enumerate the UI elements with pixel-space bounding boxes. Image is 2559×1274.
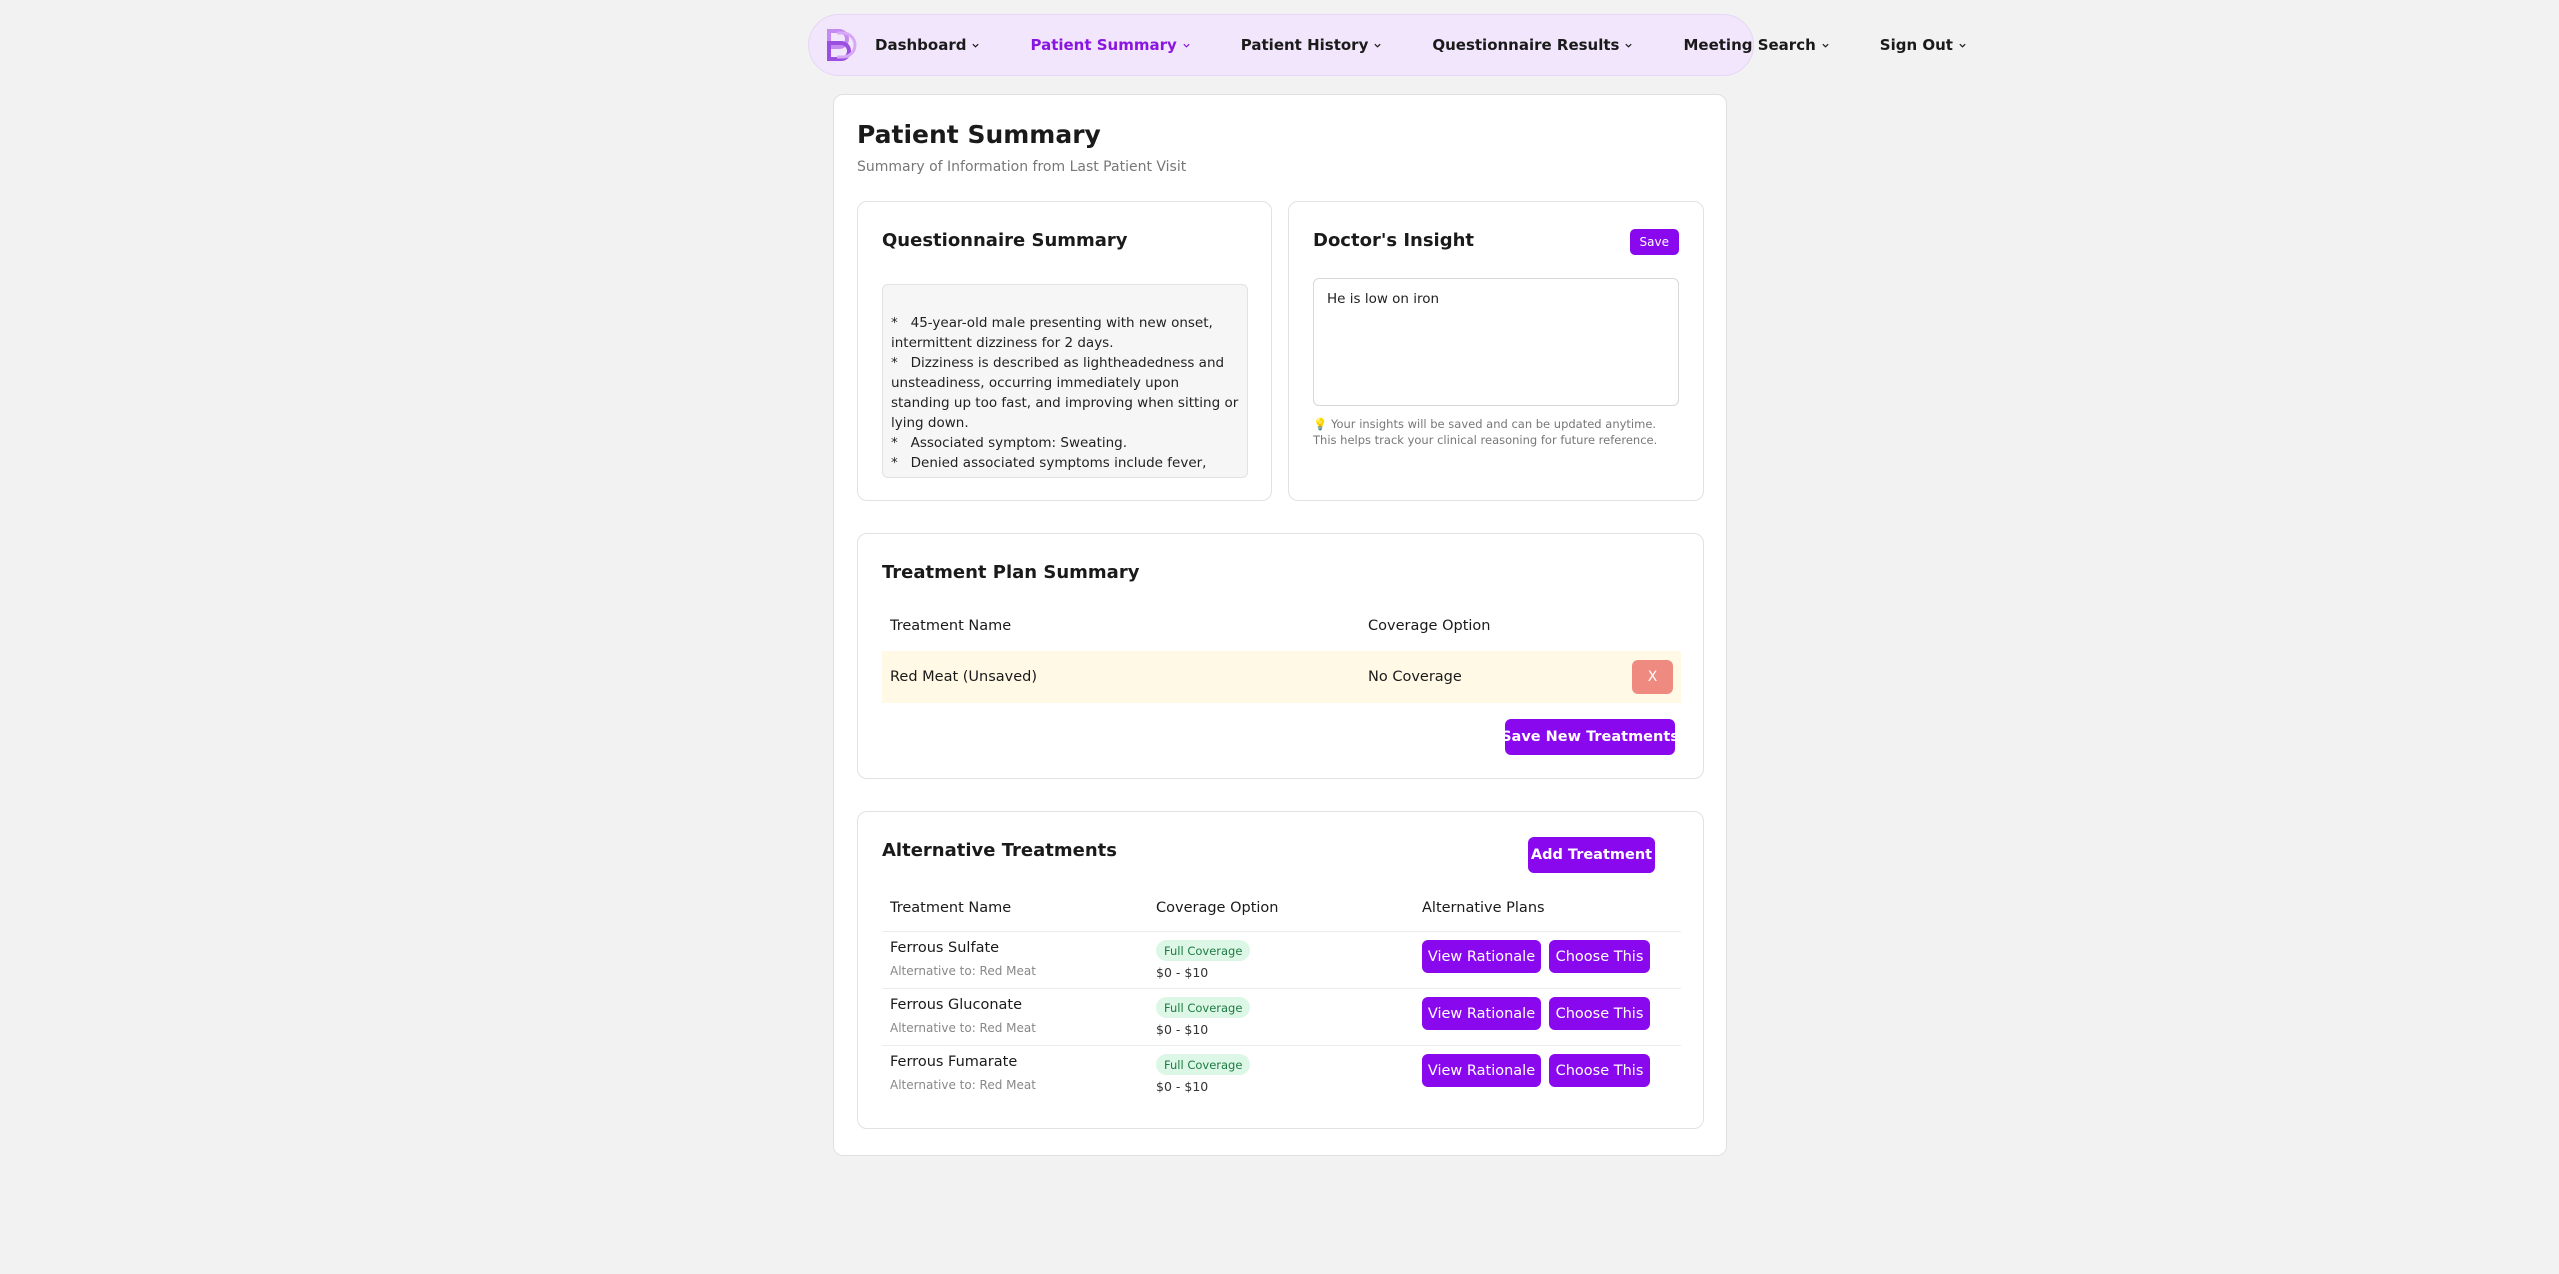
add-treatment-button[interactable]: Add Treatment: [1528, 837, 1655, 873]
nav-patient-history[interactable]: Patient History: [1241, 36, 1383, 54]
view-rationale-button[interactable]: View Rationale: [1422, 1054, 1541, 1087]
summary-line: * Associated symptom: Sweating.: [891, 435, 1128, 451]
price-range: $0 - $10: [1156, 965, 1209, 980]
treatment-plan-header: Treatment Name Coverage Option: [882, 609, 1681, 643]
alternatives-header: Treatment Name Coverage Option Alternati…: [882, 891, 1681, 925]
treatment-plan-title: Treatment Plan Summary: [882, 562, 1140, 583]
view-rationale-button[interactable]: View Rationale: [1422, 940, 1541, 973]
insight-tip: 💡 Your insights will be saved and can be…: [1313, 416, 1679, 448]
column-header: Coverage Option: [1156, 900, 1279, 916]
nav-patient-summary[interactable]: Patient Summary: [1030, 36, 1190, 54]
chevron-down-icon: [1374, 43, 1381, 48]
choose-this-button[interactable]: Choose This: [1549, 1054, 1650, 1087]
doctors-insight-card: Doctor's Insight Save He is low on iron …: [1288, 201, 1704, 501]
app-logo-icon[interactable]: [823, 27, 857, 63]
top-nav: Dashboard Patient Summary Patient Histor…: [808, 14, 1966, 76]
view-rationale-button[interactable]: View Rationale: [1422, 997, 1541, 1030]
table-row: Red Meat (Unsaved) No Coverage X: [882, 651, 1681, 703]
nav-meeting-search[interactable]: Meeting Search: [1683, 36, 1829, 54]
treatment-name: Red Meat (Unsaved): [890, 669, 1038, 685]
column-header: Coverage Option: [1368, 618, 1491, 634]
column-header: Treatment Name: [890, 900, 1012, 916]
lightbulb-icon: 💡: [1313, 417, 1328, 431]
nav-questionnaire-results-label: Questionnaire Results: [1432, 36, 1620, 54]
insight-tip-text: Your insights will be saved and can be u…: [1313, 417, 1658, 447]
nav-meeting-search-label: Meeting Search: [1683, 36, 1816, 54]
chevron-down-icon: [1822, 43, 1829, 48]
summary-line: * Dizziness is described as lightheadedn…: [891, 355, 1243, 431]
nav-dashboard[interactable]: Dashboard: [875, 36, 980, 54]
questionnaire-summary-text[interactable]: * 45-year-old male presenting with new o…: [882, 284, 1248, 478]
alternative-to: Alternative to: Red Meat: [890, 1021, 1036, 1035]
patient-summary-page: Patient Summary Summary of Information f…: [833, 94, 1727, 1156]
column-header: Treatment Name: [890, 618, 1012, 634]
coverage-badge: Full Coverage: [1156, 1054, 1251, 1075]
nav-sign-out[interactable]: Sign Out: [1880, 36, 1967, 54]
insight-textarea[interactable]: He is low on iron: [1313, 278, 1679, 406]
treatment-plan-card: Treatment Plan Summary Treatment Name Co…: [857, 533, 1704, 779]
alternative-to: Alternative to: Red Meat: [890, 1078, 1036, 1092]
page-title: Patient Summary: [857, 120, 1101, 149]
column-header: Alternative Plans: [1422, 900, 1545, 916]
price-range: $0 - $10: [1156, 1022, 1209, 1037]
summary-line: * Denied associated symptoms include fev…: [891, 455, 1229, 477]
questionnaire-summary-card: Questionnaire Summary * 45-year-old male…: [857, 201, 1272, 501]
nav-patient-summary-label: Patient Summary: [1030, 36, 1177, 54]
alternative-to: Alternative to: Red Meat: [890, 964, 1036, 978]
chevron-down-icon: [972, 43, 980, 48]
treatment-name: Ferrous Gluconate: [890, 997, 1023, 1013]
chevron-down-icon: [1959, 43, 1966, 48]
alternative-treatments-card: Alternative Treatments Add Treatment Tre…: [857, 811, 1704, 1129]
page-subtitle: Summary of Information from Last Patient…: [857, 159, 1187, 175]
summary-line: * 45-year-old male presenting with new o…: [891, 315, 1218, 351]
table-row: Ferrous Fumarate Alternative to: Red Mea…: [882, 1045, 1681, 1102]
alternative-treatments-title: Alternative Treatments: [882, 840, 1117, 861]
chevron-down-icon: [1183, 43, 1190, 48]
nav-sign-out-label: Sign Out: [1879, 36, 1953, 54]
save-insight-button[interactable]: Save: [1629, 229, 1679, 255]
nav-patient-history-label: Patient History: [1240, 36, 1369, 54]
treatment-name: Ferrous Fumarate: [890, 1054, 1018, 1070]
table-row: Ferrous Sulfate Alternative to: Red Meat…: [882, 931, 1681, 988]
nav-questionnaire-results[interactable]: Questionnaire Results: [1432, 36, 1633, 54]
coverage-option: No Coverage: [1368, 669, 1462, 685]
choose-this-button[interactable]: Choose This: [1549, 940, 1650, 973]
price-range: $0 - $10: [1156, 1079, 1209, 1094]
coverage-badge: Full Coverage: [1156, 940, 1251, 961]
questionnaire-summary-title: Questionnaire Summary: [882, 230, 1128, 251]
choose-this-button[interactable]: Choose This: [1549, 997, 1650, 1030]
save-new-treatments-button[interactable]: Save New Treatments: [1501, 719, 1679, 755]
coverage-badge: Full Coverage: [1156, 997, 1251, 1018]
table-row: Ferrous Gluconate Alternative to: Red Me…: [882, 988, 1681, 1045]
treatment-name: Ferrous Sulfate: [890, 940, 1000, 956]
remove-treatment-button[interactable]: X: [1632, 660, 1673, 694]
nav-dashboard-label: Dashboard: [875, 36, 967, 54]
doctors-insight-title: Doctor's Insight: [1313, 230, 1475, 251]
chevron-down-icon: [1625, 43, 1633, 48]
